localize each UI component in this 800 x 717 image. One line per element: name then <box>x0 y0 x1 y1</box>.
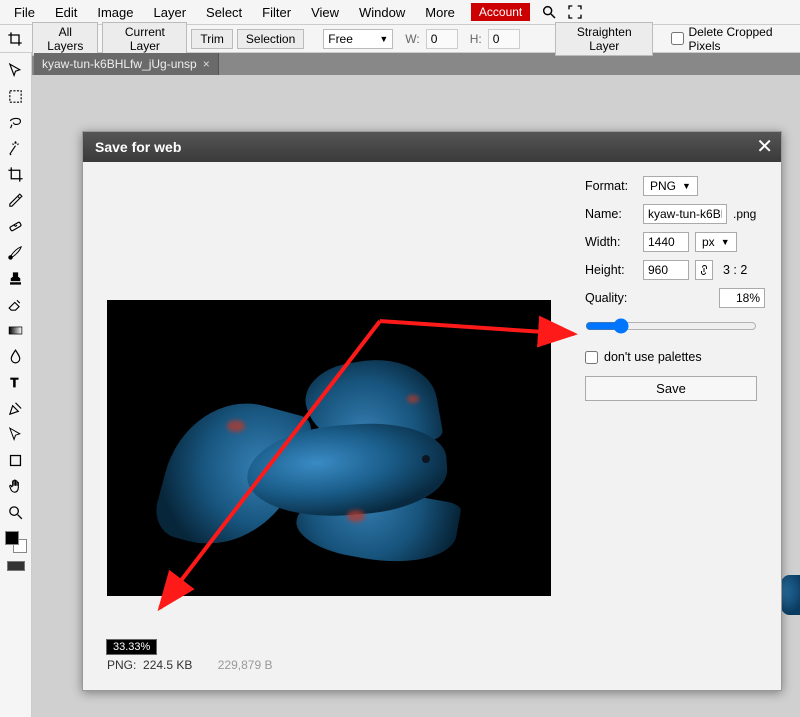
preview-pane: 33.33% PNG: 224.5 KB 229,879 B <box>83 162 581 690</box>
filesize-bytes: 229,879 B <box>218 658 273 672</box>
format-select[interactable]: PNG ▼ <box>643 176 698 196</box>
move-tool-icon[interactable] <box>3 58 29 82</box>
chevron-down-icon: ▼ <box>721 237 730 247</box>
zoom-badge[interactable]: 33.33% <box>107 640 156 654</box>
filesize-value: 224.5 KB <box>143 658 192 672</box>
dialog-titlebar[interactable]: Save for web ✕ <box>83 132 781 162</box>
document-tab-label: kyaw-tun-k6BHLfw_jUg-unsp <box>42 57 197 71</box>
save-for-web-dialog: Save for web ✕ 33.33% PNG: 224.5 KB 229,… <box>82 131 782 691</box>
close-icon[interactable]: ✕ <box>756 137 773 157</box>
eyedropper-tool-icon[interactable] <box>3 188 29 212</box>
delete-cropped-label: Delete Cropped Pixels <box>688 25 796 53</box>
width-unit-value: px <box>702 235 715 249</box>
quality-input[interactable] <box>719 288 765 308</box>
path-select-tool-icon[interactable] <box>3 422 29 446</box>
menu-edit[interactable]: Edit <box>45 1 87 24</box>
crop-icon <box>6 29 24 49</box>
search-icon[interactable] <box>539 2 559 22</box>
constraint-value: Free <box>328 32 353 46</box>
quality-label: Quality: <box>585 291 637 305</box>
type-tool-icon[interactable]: T <box>3 370 29 394</box>
color-swatch[interactable] <box>5 531 27 553</box>
width-label: W: <box>397 32 421 46</box>
delete-cropped-checkbox[interactable]: Delete Cropped Pixels <box>671 25 796 53</box>
all-layers-button[interactable]: All Layers <box>32 22 98 56</box>
menu-select[interactable]: Select <box>196 1 252 24</box>
hand-tool-icon[interactable] <box>3 474 29 498</box>
link-aspect-icon[interactable] <box>695 260 713 280</box>
close-icon[interactable]: × <box>203 57 210 71</box>
filename-input[interactable] <box>643 204 727 224</box>
format-label: Format: <box>585 179 637 193</box>
marquee-tool-icon[interactable] <box>3 84 29 108</box>
current-layer-button[interactable]: Current Layer <box>102 22 187 56</box>
format-short-label: PNG: <box>107 658 136 672</box>
crop-height-input[interactable] <box>488 29 520 49</box>
palettes-label: don't use palettes <box>604 350 702 364</box>
gradient-tool-icon[interactable] <box>3 318 29 342</box>
crop-width-input[interactable] <box>426 29 458 49</box>
blur-tool-icon[interactable] <box>3 344 29 368</box>
toolbox: T <box>0 53 32 717</box>
trim-button[interactable]: Trim <box>191 29 233 49</box>
save-button[interactable]: Save <box>585 376 757 401</box>
heal-tool-icon[interactable] <box>3 214 29 238</box>
options-bar: All Layers Current Layer Trim Selection … <box>0 25 800 53</box>
menu-layer[interactable]: Layer <box>144 1 197 24</box>
quickmask-icon[interactable] <box>7 561 25 571</box>
crop-tool-icon[interactable] <box>3 162 29 186</box>
palettes-checkbox-input[interactable] <box>585 351 598 364</box>
menu-image[interactable]: Image <box>87 1 143 24</box>
height-label: Height: <box>585 263 637 277</box>
straighten-button[interactable]: Straighten Layer <box>555 22 653 56</box>
palettes-checkbox[interactable]: don't use palettes <box>585 350 765 364</box>
chevron-down-icon: ▼ <box>682 181 691 191</box>
wand-tool-icon[interactable] <box>3 136 29 160</box>
menu-window[interactable]: Window <box>349 1 415 24</box>
eraser-tool-icon[interactable] <box>3 292 29 316</box>
export-settings-pane: Format: PNG ▼ Name: .png Width: px ▼ <box>581 162 781 690</box>
chevron-down-icon: ▼ <box>379 34 388 44</box>
brush-tool-icon[interactable] <box>3 240 29 264</box>
format-value: PNG <box>650 179 676 193</box>
stamp-tool-icon[interactable] <box>3 266 29 290</box>
account-button[interactable]: Account <box>471 3 530 21</box>
height-input[interactable] <box>643 260 689 280</box>
menu-view[interactable]: View <box>301 1 349 24</box>
height-label: H: <box>462 32 484 46</box>
document-tab-bar: kyaw-tun-k6BHLfw_jUg-unsp × <box>0 53 800 75</box>
dialog-title: Save for web <box>95 139 181 155</box>
menu-more[interactable]: More <box>415 1 465 24</box>
name-label: Name: <box>585 207 637 221</box>
quality-slider[interactable] <box>585 318 757 334</box>
document-tab[interactable]: kyaw-tun-k6BHLfw_jUg-unsp × <box>34 53 219 75</box>
pen-tool-icon[interactable] <box>3 396 29 420</box>
width-label: Width: <box>585 235 637 249</box>
lasso-tool-icon[interactable] <box>3 110 29 134</box>
preview-image <box>107 300 551 596</box>
svg-text:T: T <box>11 374 19 389</box>
aspect-ratio: 3 : 2 <box>723 263 747 277</box>
width-unit-select[interactable]: px ▼ <box>695 232 737 252</box>
delete-cropped-input[interactable] <box>671 32 684 45</box>
constraint-select[interactable]: Free ▼ <box>323 29 393 49</box>
selection-button[interactable]: Selection <box>237 29 304 49</box>
fullscreen-icon[interactable] <box>565 2 585 22</box>
menu-filter[interactable]: Filter <box>252 1 301 24</box>
shape-tool-icon[interactable] <box>3 448 29 472</box>
filename-ext: .png <box>733 207 756 221</box>
zoom-tool-icon[interactable] <box>3 500 29 524</box>
menu-file[interactable]: File <box>4 1 45 24</box>
width-input[interactable] <box>643 232 689 252</box>
